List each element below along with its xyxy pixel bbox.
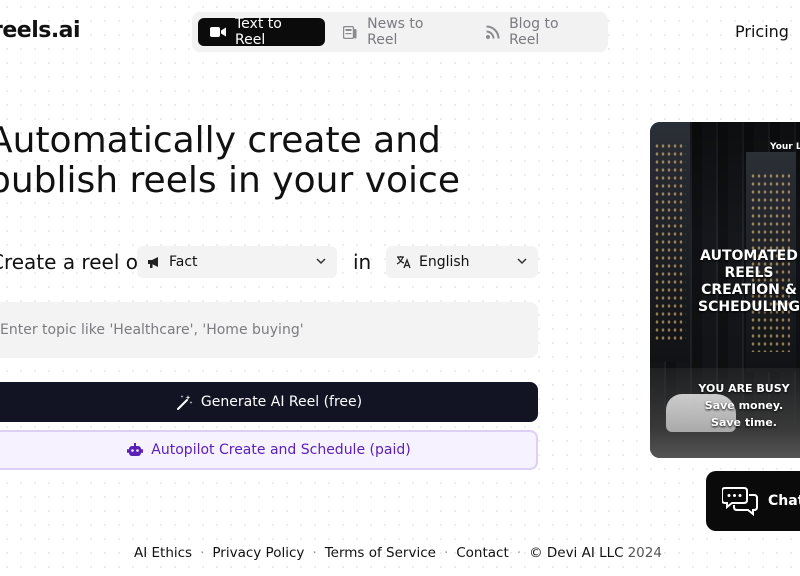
chat-button[interactable]: Chat <box>706 471 800 531</box>
rss-icon <box>485 25 500 39</box>
preview-subline-line: Save time. <box>711 416 777 429</box>
generate-reel-button[interactable]: Generate AI Reel (free) <box>0 382 538 422</box>
footer-separator: · <box>312 545 317 561</box>
chevron-down-icon <box>516 255 528 271</box>
generate-reel-label: Generate AI Reel (free) <box>200 394 363 410</box>
preview-subline: YOU ARE BUSY Save money. Save time. <box>694 380 794 431</box>
tab-blog-to-reel[interactable]: Blog to Reel <box>473 16 602 48</box>
create-reel-label: Create a reel on <box>0 250 151 274</box>
footer-link-privacy-policy[interactable]: Privacy Policy <box>212 545 304 561</box>
footer: AI Ethics · Privacy Policy · Terms of Se… <box>134 545 662 561</box>
chevron-down-icon <box>315 255 327 271</box>
autopilot-button[interactable]: Autopilot Create and Schedule (paid) <box>0 430 538 470</box>
in-label: in <box>353 250 372 274</box>
chat-bubbles-icon <box>722 486 758 516</box>
video-camera-icon <box>210 25 226 39</box>
tab-news-to-reel[interactable]: News to Reel <box>331 16 467 48</box>
mode-tabs: Text to Reel News to Reel Blog to Reel <box>192 12 608 52</box>
preview-subline-line: YOU ARE BUSY <box>698 382 790 395</box>
tab-label: Blog to Reel <box>509 16 559 48</box>
magic-wand-icon <box>176 394 193 411</box>
footer-separator: · <box>516 545 522 561</box>
footer-link-terms[interactable]: Terms of Service <box>325 545 436 561</box>
topic-input[interactable] <box>0 302 538 358</box>
preview-headline-line: SCHEDULING <box>698 299 800 315</box>
chat-label: Chat <box>768 493 800 509</box>
footer-separator: · <box>443 545 449 561</box>
reel-preview-video[interactable]: Your L AUTOMATED REELS CREATION & SCHEDU… <box>650 122 800 458</box>
footer-link-contact[interactable]: Contact <box>456 545 509 561</box>
hero-title-line-2: publish reels in your voice <box>0 160 460 201</box>
preview-headline-line: REELS <box>724 265 774 281</box>
footer-link-ai-ethics[interactable]: AI Ethics <box>134 545 192 561</box>
newspaper-icon <box>343 25 358 39</box>
megaphone-icon <box>147 256 161 269</box>
translate-icon <box>396 255 411 269</box>
preview-headline-line: AUTOMATED <box>700 248 798 264</box>
language-select[interactable]: English <box>386 246 538 278</box>
preview-top-text: Your L <box>770 142 800 152</box>
robot-icon <box>127 443 144 457</box>
tab-label: News to Reel <box>367 16 424 48</box>
reel-type-select[interactable]: Fact <box>137 246 337 278</box>
hero-title-line-1: Automatically create and <box>0 120 441 161</box>
preview-headline-line: CREATION & <box>701 282 797 298</box>
create-reel-row: Create a reel on <box>0 246 151 278</box>
preview-headline: AUTOMATED REELS CREATION & SCHEDULING <box>684 248 800 316</box>
language-value: English <box>419 254 470 270</box>
hero-title: Automatically create and publish reels i… <box>0 121 460 201</box>
tab-label: Text to Reel <box>235 16 282 48</box>
preview-lights <box>654 142 686 342</box>
footer-year: 2024 <box>627 545 662 561</box>
site-logo[interactable]: reels.ai <box>0 18 81 43</box>
autopilot-label: Autopilot Create and Schedule (paid) <box>151 442 411 458</box>
tab-text-to-reel[interactable]: Text to Reel <box>198 16 325 48</box>
footer-separator: · <box>200 545 205 561</box>
reel-type-value: Fact <box>169 254 198 270</box>
preview-subline-line: Save money. <box>704 399 784 412</box>
pricing-link[interactable]: Pricing <box>735 22 789 41</box>
footer-copyright: © Devi AI LLC <box>529 545 624 561</box>
